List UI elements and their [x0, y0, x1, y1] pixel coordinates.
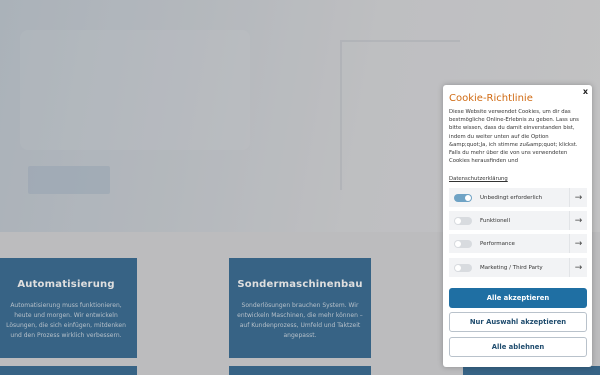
arrow-right-icon[interactable]: → [569, 258, 587, 277]
reject-all-button[interactable]: Alle ablehnen [449, 337, 587, 357]
option-label: Performance [480, 240, 515, 247]
arrow-right-icon[interactable]: → [569, 211, 587, 230]
toggle-switch[interactable] [454, 193, 472, 202]
option-label: Funktionell [480, 217, 510, 224]
close-icon[interactable]: x [583, 87, 588, 96]
cookie-option-functional[interactable]: Funktionell → [449, 211, 587, 230]
cookie-option-necessary[interactable]: Unbedingt erforderlich → [449, 188, 587, 207]
accept-selection-button[interactable]: Nur Auswahl akzeptieren [449, 312, 587, 332]
toggle-knob [465, 194, 471, 201]
arrow-right-icon[interactable]: → [569, 234, 587, 253]
option-label: Marketing / Third Party [480, 264, 543, 271]
cookie-title: Cookie-Richtlinie [449, 93, 533, 104]
toggle-knob [455, 217, 461, 224]
cookie-description: Diese Website verwendet Cookies, um dir … [449, 109, 579, 165]
toggle-switch[interactable] [454, 239, 472, 248]
toggle-switch[interactable] [454, 216, 472, 225]
toggle-knob [455, 264, 461, 271]
toggle-knob [455, 240, 461, 247]
cookie-option-performance[interactable]: Performance → [449, 234, 587, 253]
option-label: Unbedingt erforderlich [480, 194, 543, 201]
cookie-option-marketing[interactable]: Marketing / Third Party → [449, 258, 587, 277]
privacy-policy-link[interactable]: Datenschutzerklärung [449, 176, 508, 182]
accept-all-button[interactable]: Alle akzeptieren [449, 288, 587, 308]
arrow-right-icon[interactable]: → [569, 188, 587, 207]
toggle-switch[interactable] [454, 263, 472, 272]
